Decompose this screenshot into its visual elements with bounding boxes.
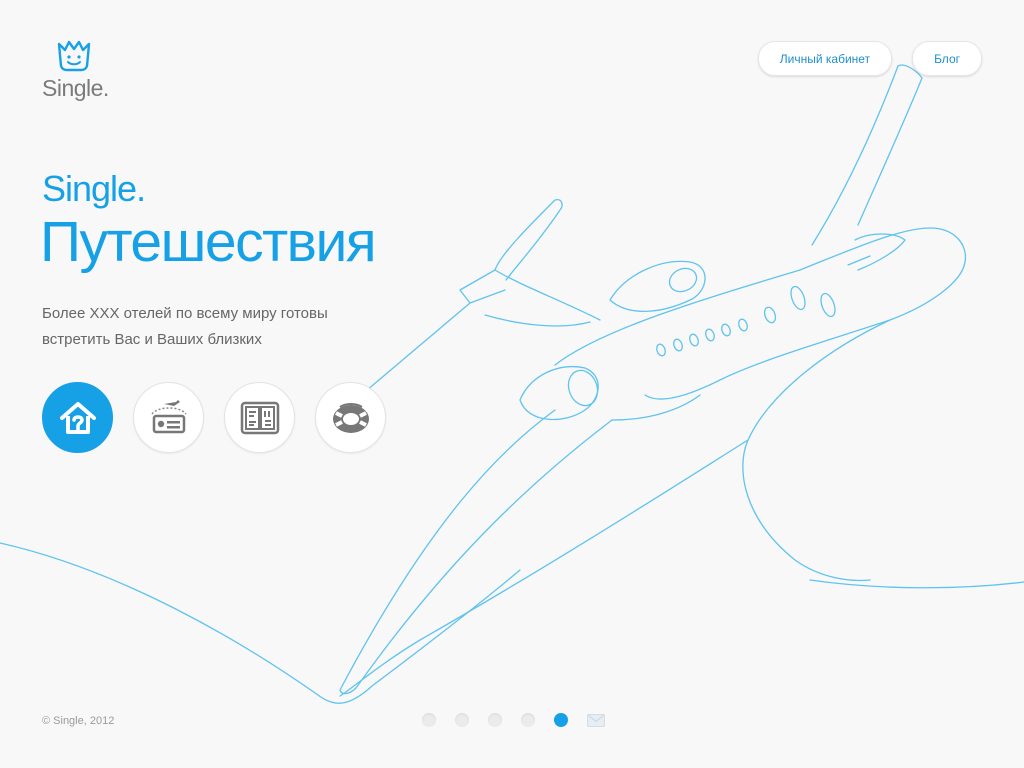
hero-subtitle: Single. — [42, 168, 146, 209]
page-title: Путешествия — [40, 210, 377, 274]
slide-pager — [422, 713, 605, 727]
pager-dot[interactable] — [488, 713, 502, 727]
pager-dot[interactable] — [521, 713, 535, 727]
feature-button-support[interactable] — [315, 382, 386, 453]
page: Single. Личный кабинет Блог Single. Путе… — [0, 0, 1024, 768]
top-nav: Личный кабинет Блог — [757, 41, 982, 76]
house-icon — [59, 401, 96, 434]
feature-button-flights[interactable] — [133, 382, 204, 453]
brand-name: Single. — [42, 75, 109, 101]
feature-buttons — [42, 382, 386, 453]
lifebuoy-icon — [332, 402, 369, 433]
blog-button[interactable]: Блог — [912, 41, 982, 76]
hero-description-line: Более XXX отелей по всему миру готовы — [42, 305, 328, 322]
pager-dot[interactable] — [422, 713, 436, 727]
feature-button-hotels[interactable] — [42, 382, 113, 453]
hero-description: Более XXX отелей по всему миру готовы вс… — [42, 301, 382, 353]
brand-logo[interactable]: Single. — [42, 40, 112, 102]
copyright: © Single, 2012 — [42, 715, 115, 727]
feature-button-rooms[interactable] — [224, 382, 295, 453]
pager-dot[interactable] — [455, 713, 469, 727]
hero-description-line: встретить Вас и Ваших близких — [42, 331, 262, 348]
account-button[interactable]: Личный кабинет — [757, 41, 893, 76]
flight-ticket-icon — [150, 399, 187, 433]
crown-smiley-icon — [57, 40, 91, 72]
pager-dot-active[interactable] — [554, 713, 568, 727]
doors-icon — [240, 401, 279, 434]
mail-icon — [587, 713, 605, 727]
contact-button[interactable] — [587, 713, 605, 727]
